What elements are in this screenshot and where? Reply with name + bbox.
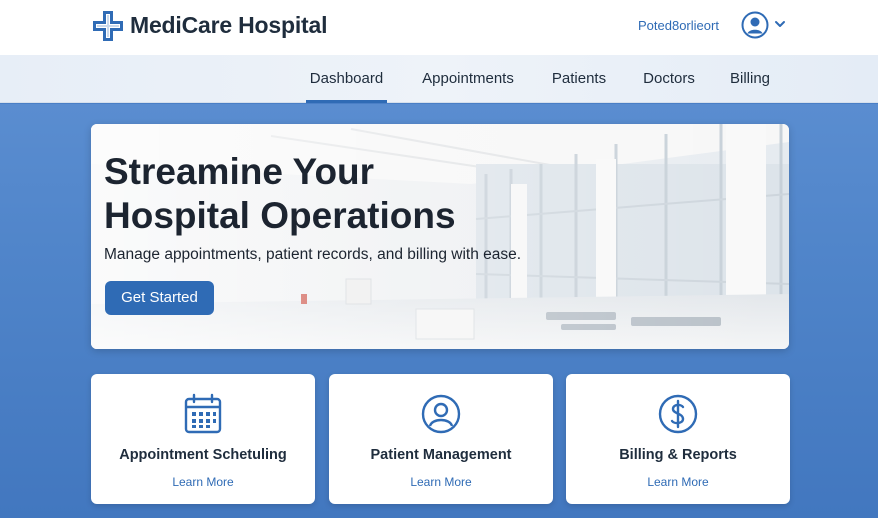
dollar-icon	[658, 394, 698, 434]
medical-cross-icon	[93, 11, 123, 41]
learn-more-link[interactable]: Learn More	[566, 475, 790, 489]
calendar-icon	[184, 393, 222, 434]
hero-banner: Streamine Your Hospital Operations Manag…	[91, 124, 789, 349]
nav-item-appointments[interactable]: Appointments	[420, 55, 516, 103]
nav-item-doctors[interactable]: Doctors	[641, 55, 697, 103]
card-title: Patient Management	[370, 447, 512, 463]
nav-item-dashboard[interactable]: Dashboard	[306, 55, 387, 103]
brand-name[interactable]: MediCare Hospital	[130, 12, 327, 39]
chevron-down-icon[interactable]	[774, 19, 786, 29]
user-icon	[421, 394, 461, 434]
hero-subtitle: Manage appointments, patient records, an…	[104, 246, 522, 263]
user-avatar-icon[interactable]	[741, 11, 769, 39]
feature-card-billing[interactable]: Billing & Reports Learn More	[566, 374, 790, 504]
get-started-button[interactable]: Get Started	[105, 281, 214, 315]
nav-item-billing[interactable]: Billing	[728, 55, 772, 103]
card-title: Billing & Reports	[619, 447, 737, 463]
user-name[interactable]: Poted8orlieort	[638, 18, 719, 33]
feature-card-appointments[interactable]: Appointment Schetuling Learn More	[91, 374, 315, 504]
hero-title: Streamine Your Hospital Operations	[104, 151, 456, 236]
nav-item-patients[interactable]: Patients	[550, 55, 608, 103]
main-nav: Dashboard Appointments Patients Doctors …	[0, 55, 878, 103]
learn-more-link[interactable]: Learn More	[91, 475, 315, 489]
learn-more-link[interactable]: Learn More	[329, 475, 553, 489]
top-header: MediCare Hospital Poted8orlieort	[0, 0, 878, 55]
feature-card-patients[interactable]: Patient Management Learn More	[329, 374, 553, 504]
card-title: Appointment Schetuling	[119, 447, 287, 463]
